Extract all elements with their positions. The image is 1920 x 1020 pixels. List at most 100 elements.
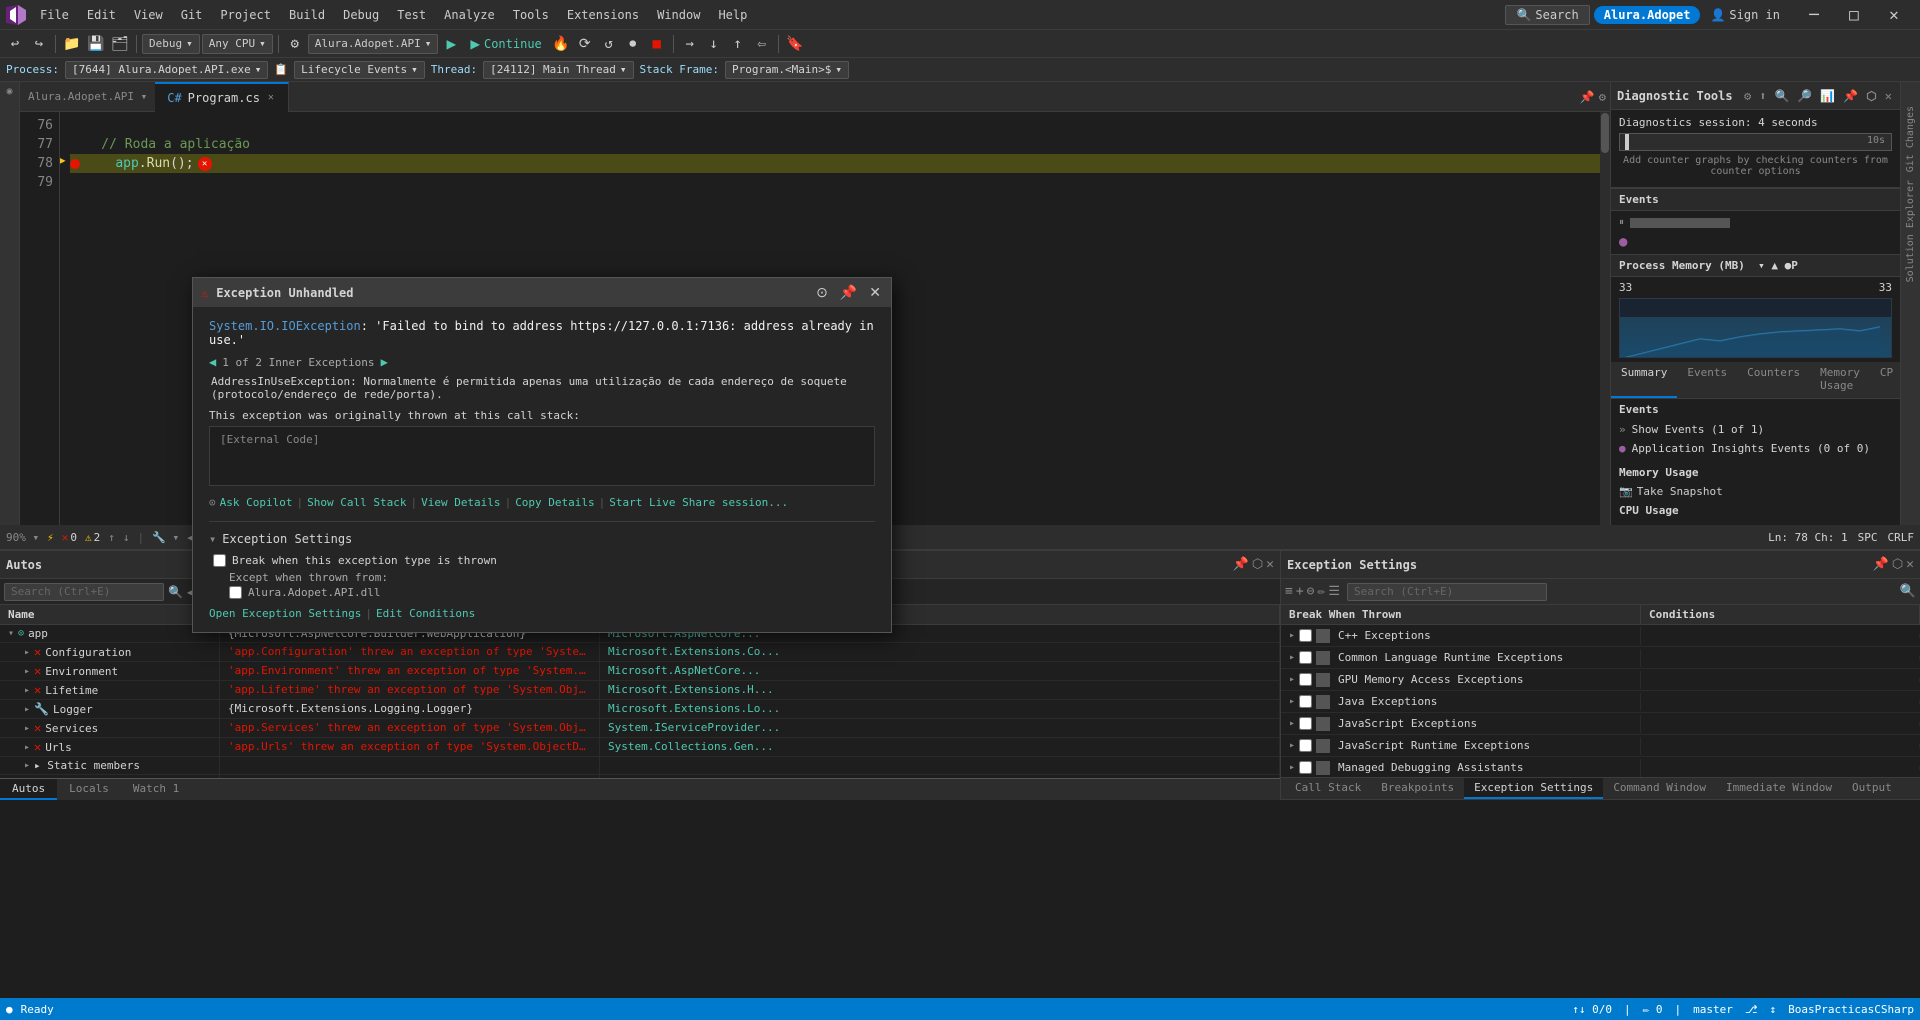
stack-dropdown[interactable]: Program.<Main>$ ▾ xyxy=(725,61,849,79)
table-row[interactable]: ▸ 🔧 Logger {Microsoft.Extensions.Logging… xyxy=(0,700,1280,719)
redo-button[interactable]: ↪ xyxy=(28,33,50,55)
diag-tab-counters[interactable]: Counters xyxy=(1737,362,1810,398)
save-button[interactable]: 💾 xyxy=(85,33,107,55)
thread-dropdown[interactable]: [24112] Main Thread ▾ xyxy=(483,61,633,79)
diag-tab-memory[interactable]: Memory Usage xyxy=(1810,362,1870,398)
continue-button[interactable]: ▶ Continue xyxy=(464,33,547,54)
copy-details-link[interactable]: Copy Details xyxy=(515,496,594,509)
exc-panel-pin-icon[interactable]: 📌 xyxy=(1873,557,1889,572)
diag-settings-icon[interactable]: ⚙ xyxy=(1742,87,1753,105)
step-out-button[interactable]: ↑ xyxy=(727,33,749,55)
expand-arrow-icon[interactable]: ▸ xyxy=(24,685,30,696)
expand-arrow-icon[interactable]: ▸ xyxy=(24,647,30,658)
undo-button[interactable]: ↩ xyxy=(4,33,26,55)
pin-icon[interactable]: 📌 xyxy=(1580,90,1595,104)
next-button[interactable]: → xyxy=(679,33,701,55)
except-from-checkbox[interactable] xyxy=(229,586,242,599)
diag-zoom-icon[interactable]: 🔎 xyxy=(1795,87,1814,105)
diag-popout-icon[interactable]: ⬡ xyxy=(1864,87,1878,105)
ask-copilot-link[interactable]: Ask Copilot xyxy=(220,496,293,509)
table-row[interactable]: ▸ ✕ Services 'app.Services' threw an exc… xyxy=(0,719,1280,738)
bp-tab-exc-settings[interactable]: Exception Settings xyxy=(1464,778,1603,799)
menu-debug[interactable]: Debug xyxy=(335,6,387,24)
expand-icon[interactable]: ▸ xyxy=(1289,674,1295,685)
expand-icon[interactable]: ▸ xyxy=(1289,740,1295,751)
tab-watch1[interactable]: Watch 1 xyxy=(121,779,191,800)
stop-button[interactable]: ■ xyxy=(646,33,668,55)
expand-arrow-icon[interactable]: ▾ xyxy=(8,628,14,639)
autos-close-icon[interactable]: ✕ xyxy=(1266,557,1274,572)
diag-close-icon[interactable]: ✕ xyxy=(1883,87,1894,105)
diag-search-icon[interactable]: 🔍 xyxy=(1772,87,1791,105)
editor-scrollbar[interactable] xyxy=(1600,112,1610,525)
bp-tab-command[interactable]: Command Window xyxy=(1603,778,1716,799)
menu-extensions[interactable]: Extensions xyxy=(559,6,647,24)
step-into-button[interactable]: ↓ xyxy=(703,33,725,55)
debug-tools-icon[interactable]: 🔧 ▾ xyxy=(152,531,179,544)
maximize-button[interactable]: □ xyxy=(1834,0,1874,30)
inner-exceptions-row[interactable]: ◀ 1 of 2 Inner Exceptions ▶ xyxy=(209,355,875,369)
tab-locals[interactable]: Locals xyxy=(57,779,121,800)
program-cs-tab[interactable]: C# Program.cs ✕ xyxy=(155,82,289,112)
project-dropdown[interactable]: Alura.Adopet.API ▾ xyxy=(308,34,439,54)
step-over-button[interactable]: ⟳ xyxy=(574,33,596,55)
diag-tab-events[interactable]: Events xyxy=(1677,362,1737,398)
exc-panel-popout-icon[interactable]: ⬡ xyxy=(1892,557,1903,572)
break-when-thrown-checkbox[interactable] xyxy=(213,554,226,567)
menu-git[interactable]: Git xyxy=(173,6,211,24)
menu-file[interactable]: File xyxy=(32,6,77,24)
table-row[interactable]: ▸ ▸ Static members xyxy=(0,757,1280,775)
exc-toolbar-add-icon[interactable]: + xyxy=(1296,584,1304,599)
record-button[interactable]: ⏺ xyxy=(622,33,644,55)
table-row[interactable]: ▸ ✕ Lifetime 'app.Lifetime' threw an exc… xyxy=(0,681,1280,700)
tab-close-button[interactable]: ✕ xyxy=(266,90,276,105)
table-row[interactable]: ▸ ✕ Environment 'app.Environment' threw … xyxy=(0,662,1280,681)
show-call-stack-link[interactable]: Show Call Stack xyxy=(307,496,406,509)
dialog-copilot-icon[interactable]: ⊙ xyxy=(814,282,830,303)
expand-icon[interactable]: ▸ xyxy=(1289,718,1295,729)
bp-tab-output[interactable]: Output xyxy=(1842,778,1902,799)
edit-conditions-link[interactable]: Edit Conditions xyxy=(376,607,475,620)
menu-build[interactable]: Build xyxy=(281,6,333,24)
exc-checkbox-js[interactable] xyxy=(1299,717,1312,730)
bookmark-button[interactable]: 🔖 xyxy=(784,33,806,55)
exc-checkbox-jsrt[interactable] xyxy=(1299,739,1312,752)
debug-config-dropdown[interactable]: Debug ▾ xyxy=(142,34,200,54)
dialog-pin-icon[interactable]: 📌 xyxy=(838,282,859,303)
exc-toolbar-list-icon[interactable]: ☰ xyxy=(1328,584,1340,599)
expand-icon[interactable]: ▸ xyxy=(1289,630,1295,641)
gear-icon[interactable]: ⚙ xyxy=(1599,90,1606,104)
restart-button[interactable]: ↺ xyxy=(598,33,620,55)
view-details-link[interactable]: View Details xyxy=(421,496,500,509)
take-snapshot-button[interactable]: 📷 Take Snapshot xyxy=(1611,483,1900,500)
expand-icon[interactable]: ▸ xyxy=(1289,652,1295,663)
autos-popout-icon[interactable]: ⬡ xyxy=(1252,557,1263,572)
menu-analyze[interactable]: Analyze xyxy=(436,6,503,24)
exc-checkbox-cpp[interactable] xyxy=(1299,629,1312,642)
bp-tab-breakpoints[interactable]: Breakpoints xyxy=(1371,778,1464,799)
exc-checkbox-gpu[interactable] xyxy=(1299,673,1312,686)
nav-down-icon[interactable]: ↓ xyxy=(123,531,130,544)
expand-arrow-icon[interactable]: ▸ xyxy=(24,666,30,677)
minimize-button[interactable]: ─ xyxy=(1794,0,1834,30)
open-file-button[interactable]: 📁 xyxy=(61,33,83,55)
solution-explorer-label[interactable]: Solution Explorer xyxy=(1905,176,1916,286)
close-button[interactable]: ✕ xyxy=(1874,0,1914,30)
nav-up-icon[interactable]: ↑ xyxy=(108,531,115,544)
menu-window[interactable]: Window xyxy=(649,6,708,24)
bp-tab-callstack[interactable]: Call Stack xyxy=(1285,778,1371,799)
diag-pin-icon[interactable]: 📌 xyxy=(1841,87,1860,105)
autos-search-box[interactable]: Search (Ctrl+E) xyxy=(4,583,164,601)
expand-icon[interactable]: ▸ xyxy=(1289,762,1295,773)
global-search-button[interactable]: 🔍 Search xyxy=(1505,5,1589,25)
diag-tab-cp[interactable]: CP xyxy=(1870,362,1900,398)
hot-reload-button[interactable]: 🔥 xyxy=(550,33,572,55)
menu-project[interactable]: Project xyxy=(212,6,279,24)
exc-panel-close-icon[interactable]: ✕ xyxy=(1906,557,1914,572)
open-exc-settings-link[interactable]: Open Exception Settings xyxy=(209,607,361,620)
expand-arrow-icon[interactable]: ▸ xyxy=(24,760,30,771)
exc-settings-arrow[interactable]: ▾ xyxy=(209,532,216,546)
exc-toolbar-remove-icon[interactable]: ⊖ xyxy=(1307,584,1315,599)
step-back-button[interactable]: ⇦ xyxy=(751,33,773,55)
diag-chart-icon[interactable]: 📊 xyxy=(1818,87,1837,105)
